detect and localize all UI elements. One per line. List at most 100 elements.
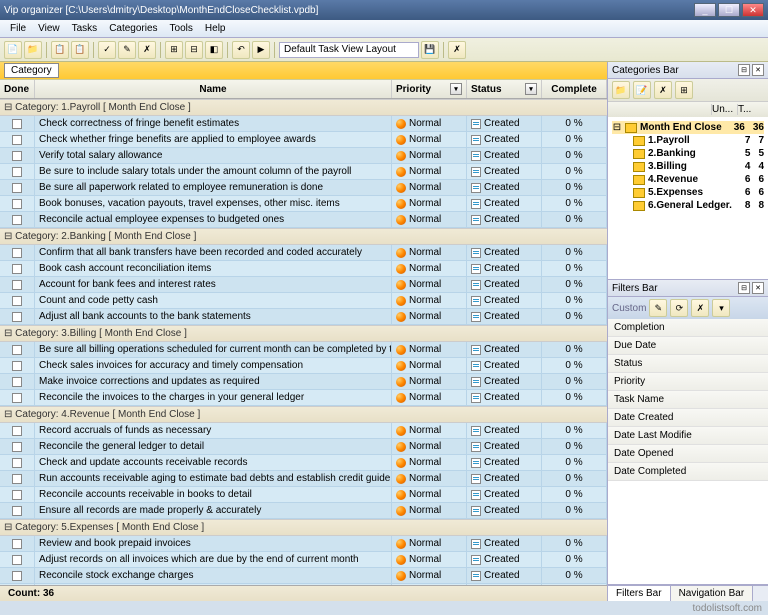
filter-field[interactable]: Priority — [608, 373, 768, 391]
task-row[interactable]: Check and update accounts receivable rec… — [0, 455, 607, 471]
minimize-button[interactable]: _ — [694, 3, 716, 17]
toolbar-button[interactable]: 📋 — [71, 41, 89, 59]
task-row[interactable]: Adjust all bank accounts to the bank sta… — [0, 309, 607, 325]
tree-item[interactable]: 6.General Ledger.88 — [612, 199, 764, 212]
group-header[interactable]: ⊟ Category: 2.Banking [ Month End Close … — [0, 228, 607, 245]
toolbar-button[interactable]: ⊞ — [675, 81, 693, 99]
task-row[interactable]: Book bonuses, vacation payouts, travel e… — [0, 196, 607, 212]
toolbar-button[interactable]: ✗ — [448, 41, 466, 59]
task-row[interactable]: Account for bank fees and interest rates… — [0, 277, 607, 293]
toolbar-button[interactable]: ✎ — [649, 299, 667, 317]
menu-view[interactable]: View — [32, 21, 66, 36]
layout-selector[interactable]: Default Task View Layout — [279, 42, 419, 58]
group-header[interactable]: ⊟ Category: 1.Payroll [ Month End Close … — [0, 99, 607, 116]
toolbar-button[interactable]: 📁 — [24, 41, 42, 59]
toolbar-button[interactable]: 📋 — [51, 41, 69, 59]
done-checkbox[interactable] — [12, 458, 22, 468]
done-checkbox[interactable] — [12, 490, 22, 500]
menu-help[interactable]: Help — [199, 21, 232, 36]
toolbar-button[interactable]: ✗ — [654, 81, 672, 99]
done-checkbox[interactable] — [12, 199, 22, 209]
toolbar-button[interactable]: ↶ — [232, 41, 250, 59]
done-checkbox[interactable] — [12, 312, 22, 322]
tab-filters[interactable]: Filters Bar — [608, 586, 671, 601]
col-priority[interactable]: Priority▾ — [392, 80, 467, 98]
toolbar-button[interactable]: ⊞ — [165, 41, 183, 59]
menu-file[interactable]: File — [4, 21, 32, 36]
toolbar-button[interactable]: 💾 — [421, 41, 439, 59]
filter-field[interactable]: Due Date — [608, 337, 768, 355]
panel-pin-icon[interactable]: ⊟ — [738, 64, 750, 76]
group-header[interactable]: ⊟ Category: 5.Expenses [ Month End Close… — [0, 519, 607, 536]
chevron-down-icon[interactable]: ▾ — [450, 83, 462, 95]
tree-root[interactable]: ⊟ Month End Close 3636 — [612, 121, 764, 134]
chevron-down-icon[interactable]: ▾ — [525, 83, 537, 95]
tree-item[interactable]: 1.Payroll77 — [612, 134, 764, 147]
toolbar-button[interactable]: ✗ — [138, 41, 156, 59]
done-checkbox[interactable] — [12, 183, 22, 193]
group-header[interactable]: ⊟ Category: 3.Billing [ Month End Close … — [0, 325, 607, 342]
task-row[interactable]: Book cash account reconciliation itemsNo… — [0, 261, 607, 277]
done-checkbox[interactable] — [12, 506, 22, 516]
panel-close-icon[interactable]: ✕ — [752, 282, 764, 294]
task-row[interactable]: Be sure to include salary totals under t… — [0, 164, 607, 180]
done-checkbox[interactable] — [12, 167, 22, 177]
task-row[interactable]: Reconcile the general ledger to detailNo… — [0, 439, 607, 455]
task-row[interactable]: Reconcile stock exchange chargesNormalCr… — [0, 568, 607, 584]
filter-field[interactable]: Date Created — [608, 409, 768, 427]
toolbar-button[interactable]: 📝 — [633, 81, 651, 99]
done-checkbox[interactable] — [12, 296, 22, 306]
task-row[interactable]: Check whether fringe benefits are applie… — [0, 132, 607, 148]
toolbar-button[interactable]: ⊟ — [185, 41, 203, 59]
toolbar-button[interactable]: ✓ — [98, 41, 116, 59]
task-row[interactable]: Ensure all records are made properly & a… — [0, 503, 607, 519]
toolbar-button[interactable]: ▾ — [712, 299, 730, 317]
task-row[interactable]: Run accounts receivable aging to estimat… — [0, 471, 607, 487]
task-row[interactable]: Be sure all billing operations scheduled… — [0, 342, 607, 358]
filter-field[interactable]: Status — [608, 355, 768, 373]
task-row[interactable]: Adjust records on all invoices which are… — [0, 552, 607, 568]
done-checkbox[interactable] — [12, 119, 22, 129]
done-checkbox[interactable] — [12, 361, 22, 371]
task-row[interactable]: Review and book prepaid invoicesNormalCr… — [0, 536, 607, 552]
task-row[interactable]: Check correctness of fringe benefit esti… — [0, 116, 607, 132]
done-checkbox[interactable] — [12, 377, 22, 387]
done-checkbox[interactable] — [12, 426, 22, 436]
tree-item[interactable]: 3.Billing44 — [612, 160, 764, 173]
panel-close-icon[interactable]: ✕ — [752, 64, 764, 76]
col-done[interactable]: Done — [0, 80, 35, 98]
filter-field[interactable]: Date Completed — [608, 463, 768, 481]
done-checkbox[interactable] — [12, 135, 22, 145]
filter-field[interactable]: Date Last Modifie — [608, 427, 768, 445]
task-row[interactable]: Record accruals of funds as necessaryNor… — [0, 423, 607, 439]
col-name[interactable]: Name — [35, 80, 392, 98]
done-checkbox[interactable] — [12, 393, 22, 403]
tree-item[interactable]: 5.Expenses66 — [612, 186, 764, 199]
task-row[interactable]: Be sure all paperwork related to employe… — [0, 180, 607, 196]
panel-pin-icon[interactable]: ⊟ — [738, 282, 750, 294]
toolbar-button[interactable]: 📁 — [612, 81, 630, 99]
menu-categories[interactable]: Categories — [103, 21, 163, 36]
done-checkbox[interactable] — [12, 345, 22, 355]
toolbar-button[interactable]: 📄 — [4, 41, 22, 59]
task-row[interactable]: Check sales invoices for accuracy and ti… — [0, 358, 607, 374]
menu-tasks[interactable]: Tasks — [66, 21, 104, 36]
group-header[interactable]: ⊟ Category: 4.Revenue [ Month End Close … — [0, 406, 607, 423]
done-checkbox[interactable] — [12, 571, 22, 581]
done-checkbox[interactable] — [12, 474, 22, 484]
task-row[interactable]: Reconcile accounts receivable in books t… — [0, 487, 607, 503]
tab-navigation[interactable]: Navigation Bar — [671, 586, 754, 601]
close-button[interactable]: ✕ — [742, 3, 764, 17]
tree-item[interactable]: 2.Banking55 — [612, 147, 764, 160]
task-row[interactable]: Reconcile the invoices to the charges in… — [0, 390, 607, 406]
toolbar-button[interactable]: ✎ — [118, 41, 136, 59]
col-status[interactable]: Status▾ — [467, 80, 542, 98]
done-checkbox[interactable] — [12, 280, 22, 290]
task-row[interactable]: Make invoice corrections and updates as … — [0, 374, 607, 390]
col-complete[interactable]: Complete — [542, 80, 607, 98]
task-row[interactable]: Count and code petty cashNormalCreated0 … — [0, 293, 607, 309]
menu-tools[interactable]: Tools — [164, 21, 199, 36]
toolbar-button[interactable]: ◧ — [205, 41, 223, 59]
filter-field[interactable]: Date Opened — [608, 445, 768, 463]
done-checkbox[interactable] — [12, 248, 22, 258]
